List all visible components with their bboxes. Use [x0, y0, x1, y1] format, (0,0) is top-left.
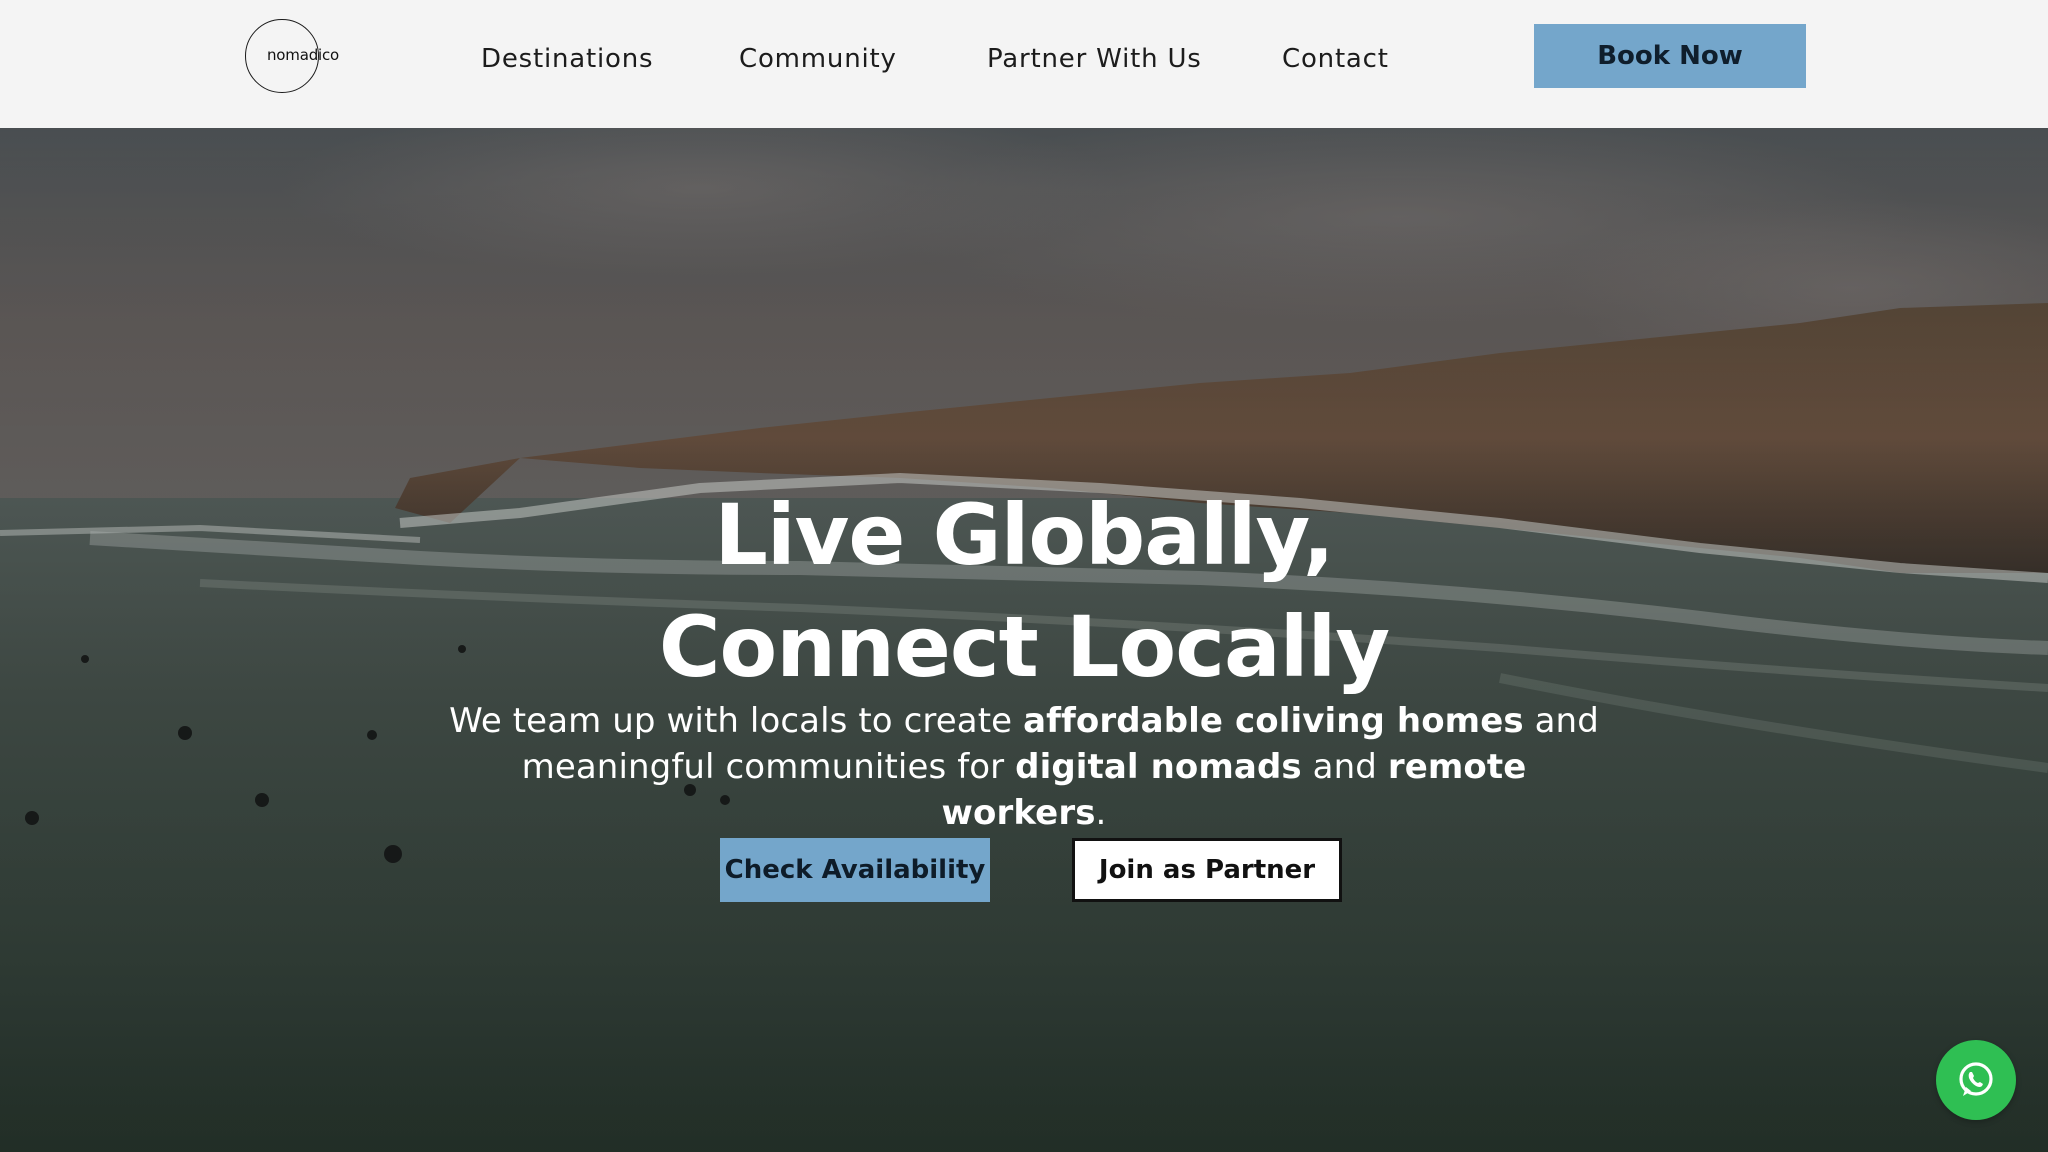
- nav-contact[interactable]: Contact: [1282, 40, 1389, 78]
- logo-text: nomadico: [267, 46, 340, 64]
- nav-partner-with-us[interactable]: Partner With Us: [987, 40, 1202, 78]
- subtitle-text: .: [1095, 793, 1107, 833]
- whatsapp-icon: [1959, 1062, 1993, 1096]
- join-as-partner-button[interactable]: Join as Partner: [1072, 838, 1342, 902]
- subtitle-text: We team up with locals to create: [449, 701, 1024, 741]
- nav-community[interactable]: Community: [739, 40, 897, 78]
- nomadico-logo[interactable]: nomadico: [245, 19, 339, 93]
- book-now-button[interactable]: Book Now: [1534, 24, 1806, 88]
- site-header: nomadico Destinations Community Partner …: [0, 0, 2048, 128]
- hero-subtitle: We team up with locals to create afforda…: [440, 698, 1608, 836]
- subtitle-highlight: digital nomads: [1015, 747, 1302, 787]
- whatsapp-chat-button[interactable]: [1936, 1040, 2016, 1120]
- hero-title-line-1: Live Globally,: [714, 486, 1334, 584]
- hero-section: Live Globally, Connect Locally We team u…: [0, 128, 2048, 1152]
- hero-title-line-2: Connect Locally: [658, 598, 1390, 696]
- subtitle-text: and: [1301, 747, 1388, 787]
- nav-destinations[interactable]: Destinations: [481, 40, 653, 78]
- subtitle-highlight: affordable coliving homes: [1023, 701, 1524, 741]
- check-availability-button[interactable]: Check Availability: [720, 838, 990, 902]
